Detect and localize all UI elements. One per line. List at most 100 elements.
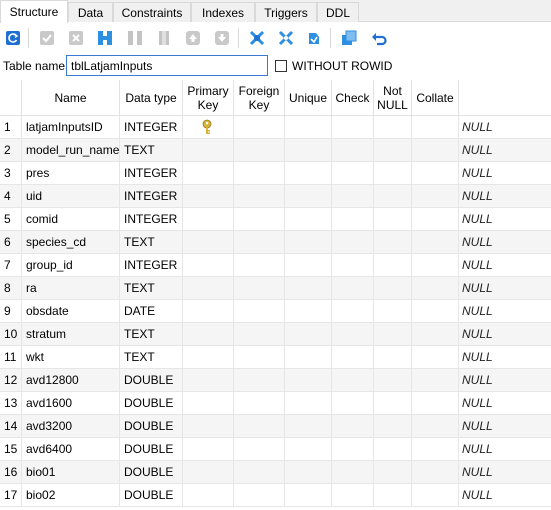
header-check[interactable]: Check bbox=[332, 80, 374, 116]
primary-key-cell[interactable] bbox=[183, 185, 234, 208]
delete-column-icon[interactable] bbox=[126, 29, 144, 47]
column-type[interactable]: DOUBLE bbox=[120, 438, 183, 461]
foreign-key-cell[interactable] bbox=[234, 208, 285, 231]
check-cell[interactable] bbox=[332, 415, 374, 438]
default-cell[interactable]: NULL bbox=[459, 162, 551, 185]
check-cell[interactable] bbox=[332, 231, 374, 254]
copy-icon[interactable] bbox=[340, 29, 358, 47]
column-name[interactable]: avd12800 bbox=[22, 369, 120, 392]
foreign-key-cell[interactable] bbox=[234, 231, 285, 254]
column-name[interactable]: bio01 bbox=[22, 461, 120, 484]
column-type[interactable]: TEXT bbox=[120, 346, 183, 369]
check-cell[interactable] bbox=[332, 139, 374, 162]
column-name[interactable]: avd1600 bbox=[22, 392, 120, 415]
not-null-cell[interactable] bbox=[374, 438, 412, 461]
not-null-cell[interactable] bbox=[374, 231, 412, 254]
column-name[interactable]: avd6400 bbox=[22, 438, 120, 461]
header-collate[interactable]: Collate bbox=[412, 80, 459, 116]
primary-key-cell[interactable] bbox=[183, 231, 234, 254]
unique-cell[interactable] bbox=[285, 369, 332, 392]
not-null-cell[interactable] bbox=[374, 116, 412, 139]
table-row[interactable]: 10 stratum TEXT NULL bbox=[0, 323, 551, 346]
collate-cell[interactable] bbox=[412, 392, 459, 415]
column-type[interactable]: INTEGER bbox=[120, 208, 183, 231]
table-row[interactable]: 5 comid INTEGER NULL bbox=[0, 208, 551, 231]
default-cell[interactable]: NULL bbox=[459, 185, 551, 208]
column-name[interactable]: pres bbox=[22, 162, 120, 185]
add-column-icon[interactable] bbox=[96, 29, 114, 47]
collate-cell[interactable] bbox=[412, 369, 459, 392]
table-row[interactable]: 12 avd12800 DOUBLE NULL bbox=[0, 369, 551, 392]
table-row[interactable]: 6 species_cd TEXT NULL bbox=[0, 231, 551, 254]
not-null-cell[interactable] bbox=[374, 277, 412, 300]
check-cell[interactable] bbox=[332, 392, 374, 415]
column-type[interactable]: TEXT bbox=[120, 323, 183, 346]
foreign-key-cell[interactable] bbox=[234, 185, 285, 208]
unique-cell[interactable] bbox=[285, 461, 332, 484]
collate-cell[interactable] bbox=[412, 346, 459, 369]
table-row[interactable]: 15 avd6400 DOUBLE NULL bbox=[0, 438, 551, 461]
collate-cell[interactable] bbox=[412, 323, 459, 346]
table-row[interactable]: 8 ra TEXT NULL bbox=[0, 277, 551, 300]
default-cell[interactable]: NULL bbox=[459, 438, 551, 461]
foreign-key-cell[interactable] bbox=[234, 438, 285, 461]
not-null-cell[interactable] bbox=[374, 162, 412, 185]
check-cell[interactable] bbox=[332, 162, 374, 185]
column-type[interactable]: INTEGER bbox=[120, 116, 183, 139]
not-null-cell[interactable] bbox=[374, 254, 412, 277]
column-type[interactable]: DATE bbox=[120, 300, 183, 323]
header-default[interactable] bbox=[459, 80, 551, 116]
collate-cell[interactable] bbox=[412, 208, 459, 231]
column-type[interactable]: TEXT bbox=[120, 277, 183, 300]
column-name[interactable]: group_id bbox=[22, 254, 120, 277]
unique-cell[interactable] bbox=[285, 254, 332, 277]
table-name-input[interactable] bbox=[66, 55, 268, 76]
edit-column-icon[interactable] bbox=[155, 29, 173, 47]
default-cell[interactable]: NULL bbox=[459, 254, 551, 277]
rollback-icon[interactable] bbox=[67, 29, 85, 47]
not-null-cell[interactable] bbox=[374, 185, 412, 208]
primary-key-cell[interactable] bbox=[183, 323, 234, 346]
without-rowid-checkbox[interactable] bbox=[275, 60, 287, 72]
header-name[interactable]: Name bbox=[22, 80, 120, 116]
default-cell[interactable]: NULL bbox=[459, 484, 551, 507]
foreign-key-cell[interactable] bbox=[234, 484, 285, 507]
tab-ddl[interactable]: DDL bbox=[317, 2, 359, 22]
unique-cell[interactable] bbox=[285, 300, 332, 323]
not-null-cell[interactable] bbox=[374, 461, 412, 484]
default-cell[interactable]: NULL bbox=[459, 208, 551, 231]
foreign-key-cell[interactable] bbox=[234, 346, 285, 369]
default-cell[interactable]: NULL bbox=[459, 116, 551, 139]
primary-key-cell[interactable] bbox=[183, 438, 234, 461]
table-row[interactable]: 11 wkt TEXT NULL bbox=[0, 346, 551, 369]
column-name[interactable]: bio02 bbox=[22, 484, 120, 507]
unique-cell[interactable] bbox=[285, 185, 332, 208]
foreign-key-cell[interactable] bbox=[234, 162, 285, 185]
foreign-key-cell[interactable] bbox=[234, 116, 285, 139]
tab-constraints[interactable]: Constraints bbox=[113, 2, 191, 22]
collate-cell[interactable] bbox=[412, 415, 459, 438]
primary-key-cell[interactable] bbox=[183, 162, 234, 185]
column-name[interactable]: obsdate bbox=[22, 300, 120, 323]
collate-cell[interactable] bbox=[412, 438, 459, 461]
unique-cell[interactable] bbox=[285, 277, 332, 300]
foreign-key-cell[interactable] bbox=[234, 323, 285, 346]
primary-key-cell[interactable] bbox=[183, 208, 234, 231]
column-name[interactable]: uid bbox=[22, 185, 120, 208]
check-cell[interactable] bbox=[332, 208, 374, 231]
primary-key-cell[interactable] bbox=[183, 484, 234, 507]
table-row[interactable]: 2 model_run_name TEXT NULL bbox=[0, 139, 551, 162]
default-cell[interactable]: NULL bbox=[459, 392, 551, 415]
column-name[interactable]: latjamInputsID bbox=[22, 116, 120, 139]
default-cell[interactable]: NULL bbox=[459, 346, 551, 369]
table-row[interactable]: 13 avd1600 DOUBLE NULL bbox=[0, 392, 551, 415]
column-type[interactable]: INTEGER bbox=[120, 185, 183, 208]
primary-key-cell[interactable] bbox=[183, 346, 234, 369]
column-type[interactable]: TEXT bbox=[120, 139, 183, 162]
default-cell[interactable]: NULL bbox=[459, 415, 551, 438]
tab-triggers[interactable]: Triggers bbox=[255, 2, 317, 22]
header-foreign-key[interactable]: Foreign Key bbox=[234, 80, 285, 116]
foreign-key-cell[interactable] bbox=[234, 139, 285, 162]
foreign-key-cell[interactable] bbox=[234, 415, 285, 438]
collate-cell[interactable] bbox=[412, 254, 459, 277]
